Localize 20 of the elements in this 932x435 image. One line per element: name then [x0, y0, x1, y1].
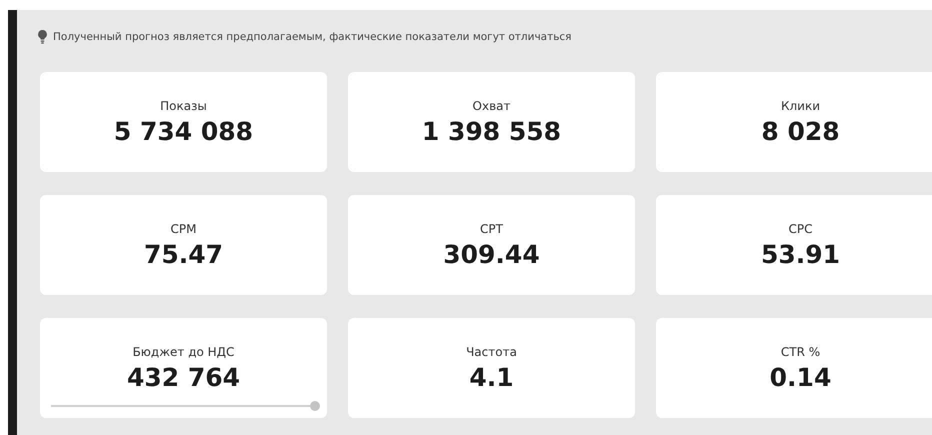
metric-value: 0.14	[770, 362, 832, 392]
metric-value: 432 764	[126, 362, 240, 392]
lightbulb-icon	[38, 30, 47, 44]
metric-label: CPT	[480, 222, 503, 236]
metric-label: Клики	[780, 98, 820, 112]
metric-label: CTR %	[780, 344, 820, 358]
notice-text: Полученный прогноз является предполагаемым, фактические показатели могут отличаться	[53, 31, 572, 43]
metric-value: 5 734 088	[114, 116, 254, 146]
metric-value: 75.47	[144, 240, 224, 268]
metric-label: CPC	[788, 222, 812, 236]
metric-label: Показы	[160, 98, 207, 112]
metric-label: Бюджет до НДС	[132, 344, 234, 358]
metric-value: 1 398 558	[422, 116, 562, 146]
metric-value: 53.91	[760, 240, 840, 268]
metric-label: CPM	[170, 222, 196, 236]
metric-label: Охват	[472, 98, 510, 112]
metric-value: 309.44	[443, 240, 540, 268]
metric-value: 4.1	[469, 362, 514, 392]
metric-value: 8 028	[761, 116, 840, 146]
metric-label: Частота	[466, 344, 517, 358]
